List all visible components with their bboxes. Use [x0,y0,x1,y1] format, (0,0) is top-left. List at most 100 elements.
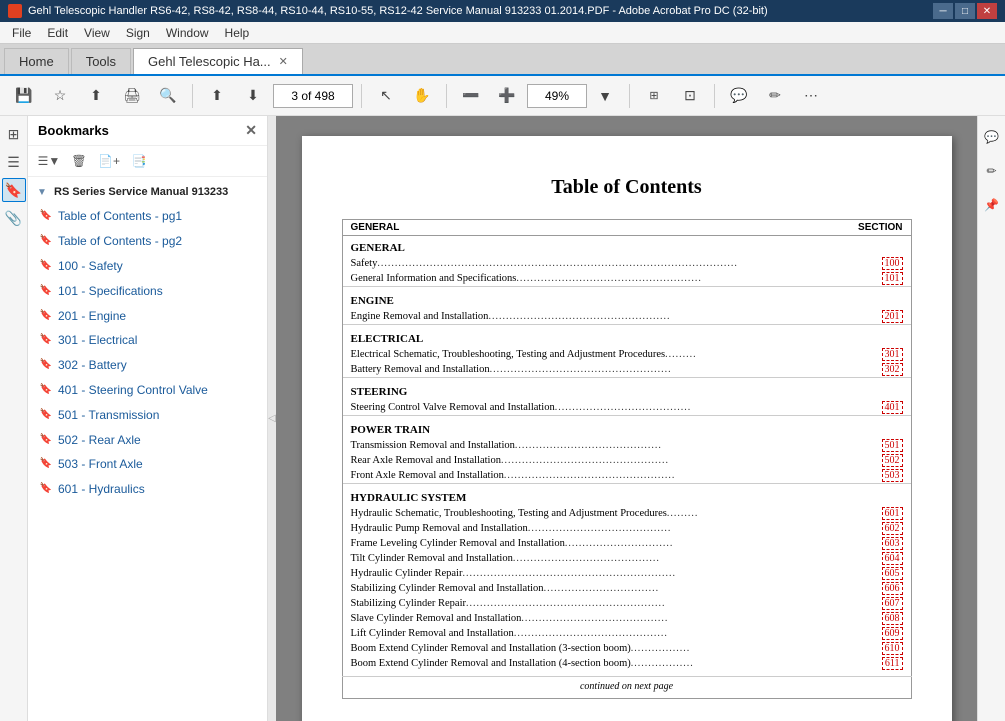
toc-entry-label: Engine Removal and Installation [351,311,489,322]
bookmark-101-specs[interactable]: 🔖 101 - Specifications [28,279,267,304]
cloud-button[interactable]: ⬆ [80,81,112,111]
separator-2 [361,84,362,108]
toc-section-num: 611 [882,657,903,670]
bookmark-601-hydraulics[interactable]: 🔖 601 - Hydraulics [28,477,267,502]
bookmark-502-rear-axle[interactable]: 🔖 502 - Rear Axle [28,428,267,453]
fit-page-button[interactable]: ⊞ [638,81,670,111]
attachments-panel-button[interactable]: 📎 [2,206,26,230]
menu-view[interactable]: View [76,24,118,42]
toc-section-num: 609 [882,627,903,640]
section-header-electrical: ELECTRICAL [343,324,911,347]
toc-entry-label: Hydraulic Pump Removal and Installation [351,523,528,534]
bookmark-toc-pg1[interactable]: 🔖 Table of Contents - pg1 [28,204,267,229]
bookmark-add-button[interactable]: 📄+ [96,150,122,172]
main-toolbar: 💾 ☆ ⬆ 🖨 🔍 ⬆ ⬇ ↖ ✋ ➖ ➕ ▼ ⊞ ⊡ 💬 ✏ ⋯ [0,76,1005,116]
search-button[interactable]: 🔍 [152,81,184,111]
bookmark-label: 301 - Electrical [58,332,259,349]
pdf-viewer[interactable]: Table of Contents GENERAL SECTION GENERA… [276,116,977,721]
menu-sign[interactable]: Sign [118,24,158,42]
bookmark-new-button[interactable]: 📑 [126,150,152,172]
bookmark-view-options-button[interactable]: ☰▼ [36,150,62,172]
maximize-button[interactable]: □ [955,3,975,19]
menu-edit[interactable]: Edit [39,24,76,42]
fit-width-button[interactable]: ⊡ [674,81,706,111]
page-navigation: ⬆ ⬇ [201,81,353,111]
bookmark-100-safety[interactable]: 🔖 100 - Safety [28,254,267,279]
prev-page-button[interactable]: ⬆ [201,81,233,111]
bookmarks-close-icon[interactable]: ✕ [245,122,257,139]
bookmark-302-battery[interactable]: 🔖 302 - Battery [28,353,267,378]
separator-4 [629,84,630,108]
toc-section-num: 302 [882,363,903,376]
menu-help[interactable]: Help [217,24,258,42]
toc-dots: ........................................… [490,364,882,375]
toc-entry-label: Battery Removal and Installation [351,364,490,375]
comment-tool-button[interactable]: 💬 [976,122,1005,152]
bookmark-503-front-axle[interactable]: 🔖 503 - Front Axle [28,452,267,477]
toc-dots: ........................................… [462,568,881,579]
toc-entry-label: Hydraulic Cylinder Repair [351,568,463,579]
bookmark-label: Table of Contents - pg1 [58,208,259,225]
right-toolbar: 💬 ✏ 📌 [977,116,1005,721]
bookmark-201-engine[interactable]: 🔖 201 - Engine [28,304,267,329]
draw-button[interactable]: ✏ [759,81,791,111]
section-header-hydraulic: HYDRAULIC SYSTEM [343,483,911,506]
toc-entry-label: Rear Axle Removal and Installation [351,455,501,466]
zoom-out-button[interactable]: ➖ [455,81,487,111]
menu-file[interactable]: File [4,24,39,42]
zoom-in-button[interactable]: ➕ [491,81,523,111]
continued-text: continued on next page [580,681,673,692]
table-row: Slave Cylinder Removal and Installation … [342,611,911,626]
bookmark-label: 601 - Hydraulics [58,481,259,498]
sign-tool-button[interactable]: ✏ [976,156,1005,186]
select-tool-button[interactable]: ↖ [370,81,402,111]
tab-tools[interactable]: Tools [71,48,131,74]
layers-panel-button[interactable]: ☰ [2,150,26,174]
print-button[interactable]: 🖨 [116,81,148,111]
panel-resize-handle[interactable]: ◁ [268,116,276,721]
bookmark-icon: 🔖 [40,284,52,298]
annotate-tool-button[interactable]: 📌 [976,190,1005,220]
tab-home[interactable]: Home [4,48,69,74]
bookmark-label: 101 - Specifications [58,283,259,300]
pan-tool-button[interactable]: ✋ [406,81,438,111]
zoom-input[interactable] [527,84,587,108]
toc-dots: ........................................… [514,628,882,639]
tab-document[interactable]: Gehl Telescopic Ha... ✕ [133,48,303,74]
toc-section-num: 606 [882,582,903,595]
more-tools-button[interactable]: ⋯ [795,81,827,111]
toc-section-num: 602 [882,522,903,535]
table-row: Stabilizing Cylinder Removal and Install… [342,581,911,596]
toc-dots: ................................. [544,583,882,594]
bookmarks-panel-button[interactable]: 🔖 [2,178,26,202]
bookmark-icon: 🔖 [40,309,52,323]
table-row: Boom Extend Cylinder Removal and Install… [342,656,911,677]
toc-dots: ........................................… [521,613,881,624]
separator-1 [192,84,193,108]
minimize-button[interactable]: ─ [933,3,953,19]
save-button[interactable]: 💾 [8,81,40,111]
bookmark-delete-button[interactable]: 🗑 [66,150,92,172]
menu-window[interactable]: Window [158,24,217,42]
toc-entry-label: Stabilizing Cylinder Removal and Install… [351,583,544,594]
window-title: Gehl Telescopic Handler RS6-42, RS8-42, … [28,5,927,17]
toc-entry-label: Slave Cylinder Removal and Installation [351,613,522,624]
bookmark-label: 401 - Steering Control Valve [58,382,259,399]
next-page-button[interactable]: ⬇ [237,81,269,111]
bookmark-301-electrical[interactable]: 🔖 301 - Electrical [28,328,267,353]
close-button[interactable]: ✕ [977,3,997,19]
bookmark-toc-pg2[interactable]: 🔖 Table of Contents - pg2 [28,229,267,254]
toc-section-num: 605 [882,567,903,580]
page-input[interactable] [273,84,353,108]
pages-panel-button[interactable]: ⊞ [2,122,26,146]
zoom-dropdown-button[interactable]: ▼ [589,81,621,111]
section-header-powertrain: POWER TRAIN [343,415,911,438]
toc-col-general: GENERAL [342,220,637,236]
bookmark-401-steering[interactable]: 🔖 401 - Steering Control Valve [28,378,267,403]
bookmark-rs-series[interactable]: ▼ RS Series Service Manual 913233 [28,181,267,204]
bookmark-501-transmission[interactable]: 🔖 501 - Transmission [28,403,267,428]
comment-button[interactable]: 💬 [723,81,755,111]
tab-close-icon[interactable]: ✕ [279,55,288,68]
table-row: Battery Removal and Installation .......… [342,362,911,377]
bookmark-button[interactable]: ☆ [44,81,76,111]
